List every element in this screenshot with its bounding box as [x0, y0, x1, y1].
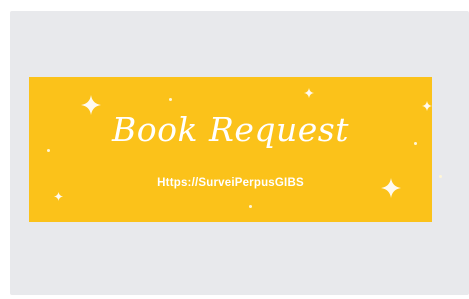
sparkle-icon [54, 192, 63, 201]
sparkle-icon [304, 88, 314, 98]
banner-title: Book Request [112, 110, 349, 149]
sparkle-dot [169, 98, 172, 101]
book-request-banner: Book Request Https://SurveiPerpusGIBS [29, 77, 442, 222]
sparkle-dot [439, 175, 442, 178]
sparkle-icon [422, 101, 432, 111]
sparkle-dot [47, 149, 50, 152]
survey-url: Https://SurveiPerpusGIBS [157, 177, 304, 189]
sparkle-dot [249, 205, 252, 208]
